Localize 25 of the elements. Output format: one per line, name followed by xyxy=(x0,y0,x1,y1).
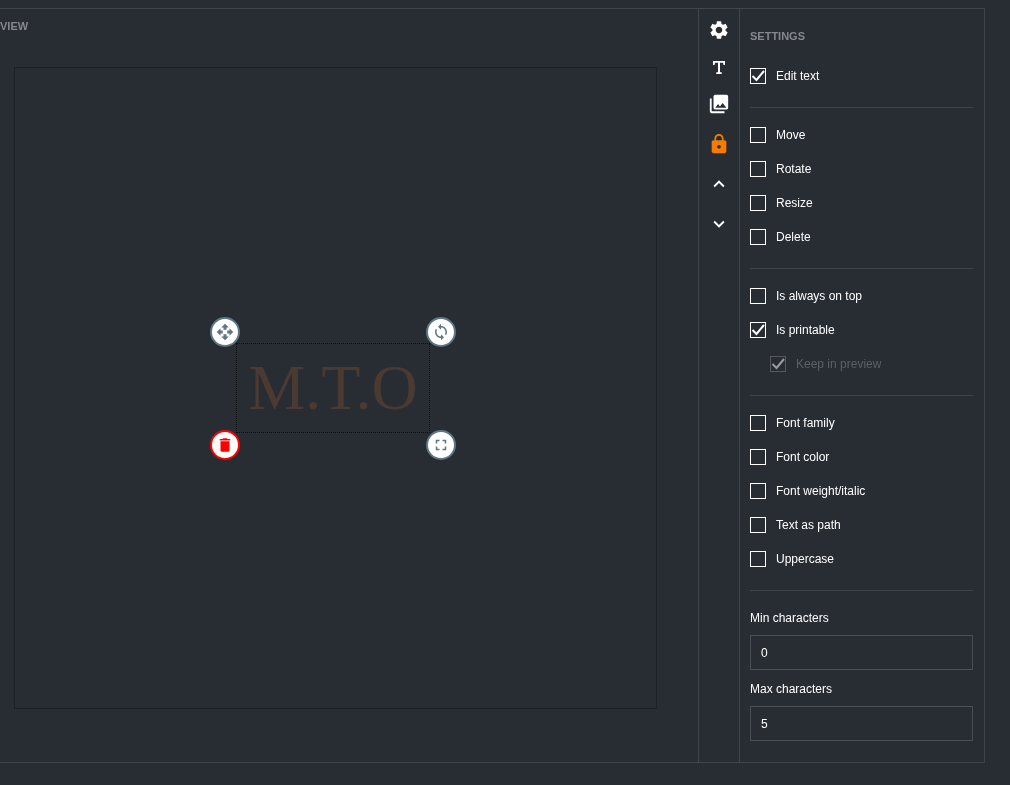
checkbox-label: Uppercase xyxy=(776,552,835,566)
checkbox-label: Move xyxy=(776,128,806,142)
checkbox-label: Font color xyxy=(776,450,830,464)
checkbox-label: Is printable xyxy=(776,323,835,337)
checkbox-label: Resize xyxy=(776,196,813,210)
number-field[interactable]: 5 xyxy=(750,706,973,741)
checkbox-label: Delete xyxy=(776,230,811,244)
resize-handle[interactable] xyxy=(426,430,456,460)
number-field[interactable]: 0 xyxy=(750,635,973,670)
text-icon[interactable] xyxy=(711,59,727,75)
checkbox-label: Rotate xyxy=(776,162,812,176)
move-handle[interactable] xyxy=(210,317,240,347)
settings-icon[interactable] xyxy=(708,19,730,41)
images-icon[interactable] xyxy=(708,93,730,115)
checkbox-label: Font family xyxy=(776,416,835,430)
field-label: Max characters xyxy=(750,682,834,696)
rotate-handle[interactable] xyxy=(426,317,456,347)
field-label: Min characters xyxy=(750,611,830,625)
checkbox-label: Is always on top xyxy=(776,289,863,303)
checkbox-label: Text as path xyxy=(776,518,841,532)
settings-title: SETTINGS xyxy=(750,29,806,43)
checkbox-label: Font weight/italic xyxy=(776,484,866,498)
delete-handle[interactable] xyxy=(210,430,240,460)
checkbox-label: Edit text xyxy=(776,69,820,83)
panel-title: VIEW xyxy=(0,19,30,33)
